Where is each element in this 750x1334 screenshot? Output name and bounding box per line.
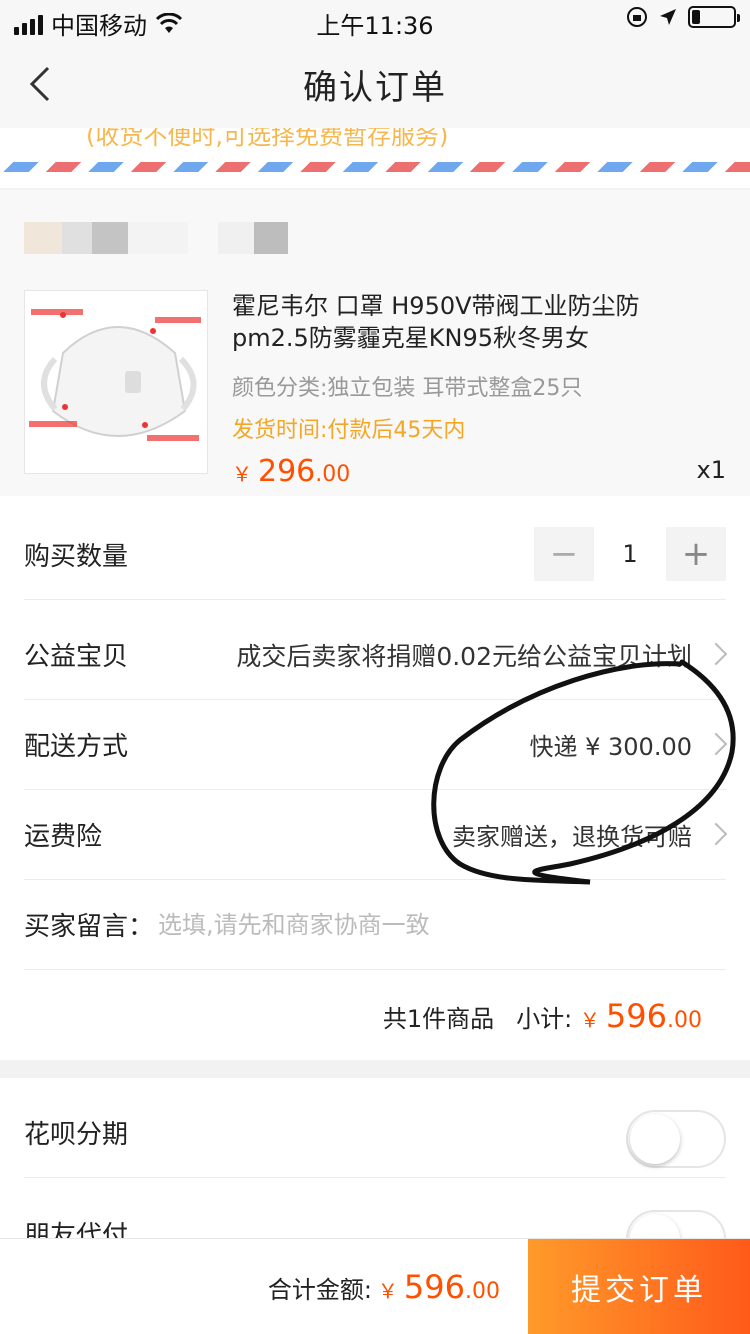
page-title: 确认订单 [303,67,447,108]
total-symbol: ￥ [377,1279,398,1303]
ship-time: 发货时间:付款后45天内 [232,418,466,443]
total-label: 合计金额: [267,1275,372,1304]
message-label: 买家留言： [24,912,155,942]
chevron-right-icon [708,732,722,758]
product-price: ￥ 296.00 [232,454,350,489]
quantity-label: 购买数量 [24,542,129,572]
message-row: 买家留言： [24,880,726,970]
nav-bar: 确认订单 [0,40,750,128]
total-amount: ￥ 596.00 [378,1268,500,1306]
charity-label: 公益宝贝 [24,642,129,672]
chevron-right-icon [708,642,722,668]
huabei-label: 花呗分期 [24,1120,129,1150]
subtotal-integer: 596 [605,997,667,1035]
total-decimal: .00 [465,1279,500,1304]
battery-icon [688,6,740,28]
order-details: 购买数量 − 1 + 公益宝贝 成交后卖家将捐赠0.02元给公益宝贝计划 配送方… [0,496,750,1060]
price-decimal: .00 [315,462,351,487]
order-total: 合计金额: ￥ 596.00 [268,1239,500,1334]
location-arrow-icon [660,9,676,25]
delivery-value: 快递 ¥ 300.00 [529,733,692,761]
message-input[interactable] [158,910,679,939]
status-bar: 中国移动 上午11:36 [0,0,750,40]
subtotal-symbol: ￥ [579,1008,600,1032]
chevron-right-icon [708,822,722,848]
bottom-bar: 合计金额: ￥ 596.00 提交订单 [0,1238,750,1334]
address-section[interactable]: (收货不便时,可选择免费暂存服务) [0,128,750,188]
plus-button[interactable]: + [666,527,726,581]
subtotal-decimal: .00 [667,1008,702,1033]
lock-rotation-icon [627,7,647,27]
insurance-value: 卖家赠送，退换货可赔 [452,823,692,851]
product-spec: 颜色分类:独立包装 耳带式整盒25只 [232,376,583,401]
status-right [626,6,740,28]
subtotal-row: 共1件商品 小计: ￥ 596.00 [24,970,726,1060]
delivery-label: 配送方式 [24,732,129,762]
huabei-toggle[interactable] [626,1110,726,1168]
mask-illustration [29,309,201,441]
subtotal-block: 小计: ￥ 596.00 [516,997,702,1035]
insurance-label: 运费险 [24,822,103,852]
shop-name-blurred [24,222,288,254]
quantity-row: 购买数量 − 1 + [24,510,726,600]
subtotal-label: 小计: [516,1005,573,1033]
product-image[interactable] [24,290,208,474]
charity-value: 成交后卖家将捐赠0.02元给公益宝贝计划 [236,641,692,671]
price-integer: 296 [258,454,316,489]
payment-options: 花呗分期 朋友代付 [0,1078,750,1268]
product-card: 霍尼韦尔 口罩 H950V带阀工业防尘防pm2.5防雾霾克星KN95秋冬男女 颜… [0,190,750,496]
quantity-stepper: − 1 + [534,527,726,581]
product-title[interactable]: 霍尼韦尔 口罩 H950V带阀工业防尘防pm2.5防雾霾克星KN95秋冬男女 [232,290,692,354]
quantity-value[interactable]: 1 [594,540,666,568]
insurance-row[interactable]: 运费险 卖家赠送，退换货可赔 [24,790,726,880]
huabei-row: 花呗分期 [24,1088,726,1178]
subtotal-amount: ￥ 596.00 [579,997,702,1035]
price-symbol: ￥ [232,462,252,486]
subtotal: 共1件商品 小计: ￥ 596.00 [383,976,702,1056]
minus-button[interactable]: − [534,527,594,581]
product-quantity: x1 [696,456,726,484]
submit-order-button[interactable]: 提交订单 [528,1239,750,1334]
airmail-border [0,162,750,172]
charity-row[interactable]: 公益宝贝 成交后卖家将捐赠0.02元给公益宝贝计划 [24,610,726,700]
delivery-row[interactable]: 配送方式 快递 ¥ 300.00 [24,700,726,790]
total-integer: 596 [403,1268,465,1306]
back-icon[interactable] [20,60,60,108]
item-count: 共1件商品 [382,1004,495,1033]
address-tip: (收货不便时,可选择免费暂存服务) [86,128,449,150]
